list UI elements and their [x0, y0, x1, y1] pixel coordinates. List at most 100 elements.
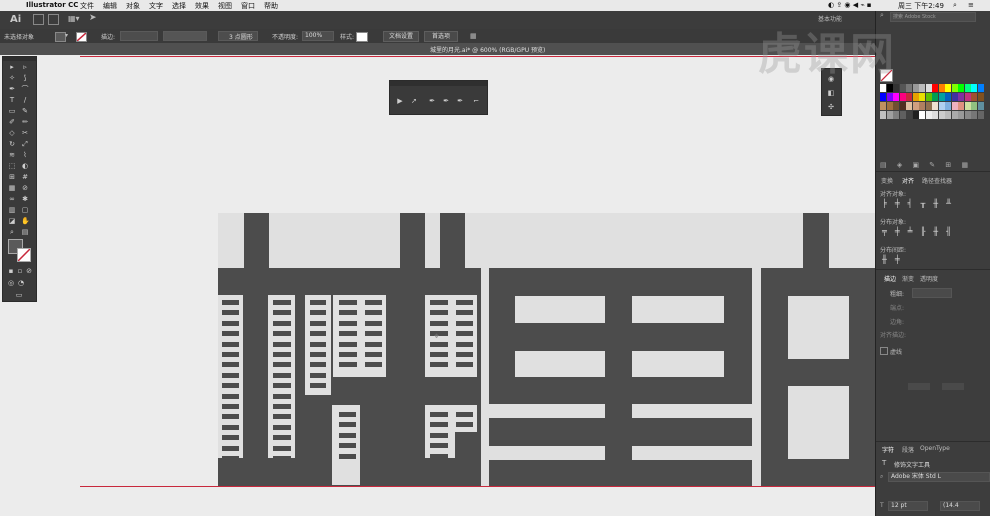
gradient-mode-icon[interactable]: ▫	[16, 267, 24, 275]
document-setup-button[interactable]: 文档设置	[383, 31, 419, 42]
perspective-tool-icon[interactable]: ⊞	[8, 173, 16, 181]
width-tool-icon[interactable]: ≋	[8, 151, 16, 159]
color-swatch[interactable]	[919, 93, 925, 101]
color-swatch[interactable]	[945, 84, 951, 92]
tab-stroke[interactable]: 描边	[884, 274, 896, 283]
zoom-tool-icon[interactable]: ⌕	[8, 228, 16, 236]
stroke-color-box[interactable]	[17, 248, 31, 262]
shape-builder-tool-icon[interactable]: ◐	[21, 162, 29, 170]
color-swatch[interactable]	[906, 102, 912, 110]
color-swatch[interactable]	[919, 111, 925, 119]
color-swatch[interactable]	[958, 93, 964, 101]
color-swatch[interactable]	[977, 111, 984, 119]
color-swatch[interactable]	[906, 93, 912, 101]
color-swatch[interactable]	[971, 102, 977, 110]
more-options-icon[interactable]: ▦	[470, 32, 477, 40]
add-anchor-icon[interactable]: ✒	[442, 97, 450, 105]
color-swatch[interactable]	[925, 111, 932, 119]
color-swatch[interactable]	[964, 84, 971, 92]
menu-type[interactable]: 文字	[149, 1, 163, 11]
bridge-icon[interactable]	[33, 14, 44, 25]
color-swatch[interactable]	[899, 84, 906, 92]
color-swatch[interactable]	[899, 111, 906, 119]
menu-app-name[interactable]: Illustrator CC	[26, 1, 78, 9]
leading-field[interactable]: (14.4	[940, 501, 980, 511]
color-swatch[interactable]	[958, 111, 964, 119]
color-swatch[interactable]	[912, 84, 919, 92]
color-swatch[interactable]	[932, 93, 938, 101]
distribute-spacing-buttons[interactable]: ╫╪	[882, 255, 908, 264]
tab-transform[interactable]: 变换	[881, 176, 893, 185]
color-swatch[interactable]	[919, 102, 925, 110]
color-swatch[interactable]	[971, 84, 977, 92]
color-swatch[interactable]	[951, 93, 958, 101]
stock-icon[interactable]	[48, 14, 59, 25]
line-tool-icon[interactable]: /	[21, 96, 29, 104]
color-swatch[interactable]	[932, 111, 938, 119]
color-swatch[interactable]	[925, 93, 932, 101]
color-swatch[interactable]	[971, 111, 977, 119]
document-tab-title[interactable]: 城里的月光.ai* @ 600% (RGB/GPU 预览)	[430, 45, 545, 54]
tab-gradient[interactable]: 渐变	[902, 274, 914, 283]
color-swatch[interactable]	[880, 93, 886, 101]
symbols-panel-icon[interactable]: ✣	[827, 103, 835, 111]
distribute-objects-buttons[interactable]: ╤╪╧╟╫╢	[882, 227, 959, 236]
font-family-field[interactable]: Adobe 宋体 Std L	[888, 472, 990, 482]
stroke-weight-field[interactable]	[912, 288, 952, 298]
send-icon[interactable]: ➤	[89, 13, 97, 23]
pen-icon[interactable]: ✒	[428, 97, 436, 105]
curvature-tool-icon[interactable]: ⌒	[21, 85, 29, 93]
blend-tool-icon[interactable]: ∞	[8, 195, 16, 203]
color-swatch[interactable]	[945, 93, 951, 101]
color-swatch[interactable]	[938, 111, 945, 119]
lasso-tool-icon[interactable]: ⟆	[21, 74, 29, 82]
color-swatch[interactable]	[886, 93, 893, 101]
touch-type-tool-label[interactable]: 修饰文字工具	[894, 460, 930, 469]
menu-edit[interactable]: 编辑	[103, 1, 117, 11]
color-swatch[interactable]	[912, 102, 919, 110]
draw-normal-icon[interactable]: ◎	[7, 279, 15, 287]
tab-paragraph[interactable]: 段落	[902, 445, 914, 454]
color-swatch[interactable]	[958, 102, 964, 110]
font-size-field[interactable]: 12 pt	[888, 501, 928, 511]
color-swatch[interactable]	[951, 111, 958, 119]
rectangle-tool-icon[interactable]: ▭	[8, 107, 16, 115]
draw-behind-icon[interactable]: ◔	[17, 279, 25, 287]
scale-tool-icon[interactable]: ⤢	[21, 140, 29, 148]
color-swatch[interactable]	[886, 111, 893, 119]
hand-tool-icon[interactable]: ✋	[21, 217, 30, 225]
tab-transparency[interactable]: 透明度	[920, 274, 938, 283]
gap-field[interactable]	[942, 383, 964, 390]
color-swatch[interactable]	[971, 93, 977, 101]
color-swatch[interactable]	[912, 93, 919, 101]
eyedropper-tool-icon[interactable]: ⊘	[21, 184, 29, 192]
color-swatch[interactable]	[977, 93, 984, 101]
pencil-tool-icon[interactable]: ✏	[21, 118, 29, 126]
touch-type-icon[interactable]: T	[882, 459, 886, 467]
print-tiling-tool-icon[interactable]: ▤	[21, 228, 29, 236]
gradient-tool-icon[interactable]: ▦	[8, 184, 16, 192]
delete-anchor-icon[interactable]: ✒	[456, 97, 464, 105]
magic-wand-tool-icon[interactable]: ✧	[8, 74, 16, 82]
color-swatch[interactable]	[899, 93, 906, 101]
none-mode-icon[interactable]: ⊘	[25, 267, 33, 275]
color-swatch[interactable]	[906, 84, 912, 92]
menu-object[interactable]: 对象	[126, 1, 140, 11]
color-swatch[interactable]	[893, 102, 899, 110]
scissors-tool-icon[interactable]: ✂	[21, 129, 29, 137]
tab-character[interactable]: 字符	[882, 445, 894, 454]
color-swatch[interactable]	[938, 102, 945, 110]
variable-width-profile[interactable]	[163, 31, 207, 41]
color-swatch[interactable]	[925, 84, 932, 92]
arrange-documents-icon[interactable]: ▦▾	[68, 14, 80, 23]
menu-select[interactable]: 选择	[172, 1, 186, 11]
color-swatch[interactable]	[951, 84, 958, 92]
color-swatch[interactable]	[964, 111, 971, 119]
menu-help[interactable]: 帮助	[264, 1, 278, 11]
color-swatch[interactable]	[893, 93, 899, 101]
brush-definition-select[interactable]: 3 点圆形	[218, 31, 258, 41]
color-swatch[interactable]	[932, 84, 938, 92]
swatch-panel-buttons[interactable]: ▤ ◈ ▣ ✎ ⊞ ▦	[880, 161, 972, 169]
floating-bar-grip[interactable]	[390, 81, 487, 86]
pen-tool-icon[interactable]: ✒	[8, 85, 16, 93]
